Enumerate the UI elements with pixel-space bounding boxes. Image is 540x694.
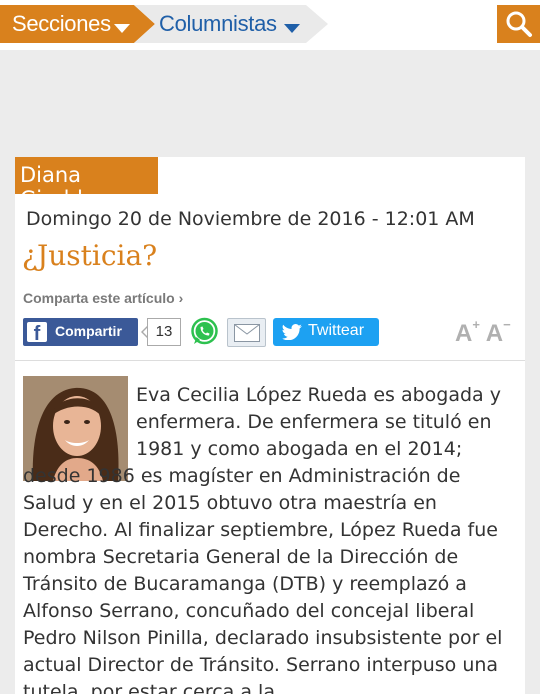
font-increase-button[interactable]: A+ xyxy=(455,317,480,347)
article-date: Domingo 20 de Noviembre de 2016 - 12:01 … xyxy=(26,208,475,230)
chevron-down-icon xyxy=(114,24,130,33)
font-decrease-button[interactable]: A− xyxy=(485,317,511,347)
facebook-icon: f xyxy=(27,322,47,342)
search-icon xyxy=(506,11,532,37)
font-decrease-sign: − xyxy=(503,317,511,332)
twitter-share-label: Twittear xyxy=(308,322,365,339)
twitter-share-button[interactable]: Twittear xyxy=(273,318,379,346)
chevron-down-icon xyxy=(284,24,300,33)
search-button[interactable] xyxy=(497,5,540,43)
whatsapp-icon xyxy=(191,317,218,345)
font-increase-sign: + xyxy=(472,317,480,332)
font-decrease-letter: A xyxy=(485,320,504,347)
divider xyxy=(15,360,525,361)
envelope-icon xyxy=(234,324,260,342)
photo-spacer xyxy=(23,382,128,463)
whatsapp-share-button[interactable] xyxy=(190,317,219,346)
author-name[interactable]: Diana Giraldo xyxy=(15,157,158,211)
secciones-label: Secciones xyxy=(12,11,111,36)
article-title: ¿Justicia? xyxy=(22,239,158,272)
font-increase-letter: A xyxy=(455,320,473,347)
twitter-bird-icon xyxy=(282,324,302,340)
columnistas-menu[interactable]: Columnistas xyxy=(134,5,328,43)
top-navigation: Secciones Columnistas xyxy=(0,0,540,50)
facebook-share-button[interactable]: f Compartir xyxy=(23,318,138,346)
email-share-button[interactable] xyxy=(227,318,266,347)
font-size-controls: A+ A− xyxy=(455,317,511,348)
article-card: Diana Giraldo Domingo 20 de Noviembre de… xyxy=(15,157,525,694)
share-label: Comparta este artículo › xyxy=(23,290,184,306)
share-count: 13 xyxy=(147,318,181,346)
facebook-share-label: Compartir xyxy=(55,323,122,339)
article-body: Eva Cecilia López Rueda es abogada y enf… xyxy=(23,382,513,694)
columnistas-label: Columnistas xyxy=(159,11,277,36)
secciones-menu[interactable]: Secciones xyxy=(0,5,155,43)
